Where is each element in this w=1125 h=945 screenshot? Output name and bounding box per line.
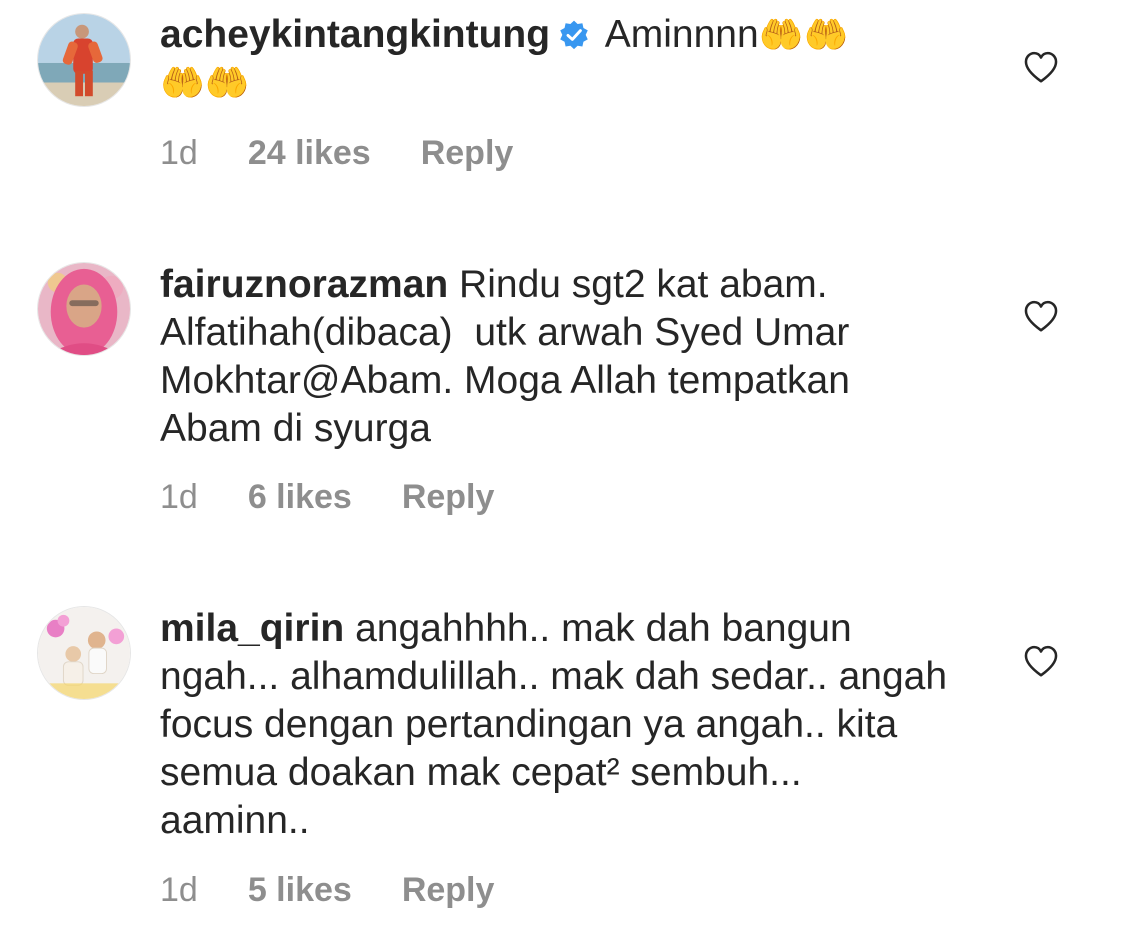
comment-time: 1d [160,870,198,909]
comment-meta: 1d 5 likes Reply [160,870,494,910]
avatar-image [38,607,130,699]
comment-username[interactable]: mila_qirin [160,607,344,650]
comment-likes[interactable]: 5 likes [248,871,352,910]
comment-item: mila_qirin angahhhh.. mak dah bangun nga… [0,0,1125,945]
avatar[interactable] [37,606,131,700]
reply-button[interactable]: Reply [402,871,495,910]
comment-text: mila_qirin angahhhh.. mak dah bangun nga… [160,605,950,845]
heart-outline-icon[interactable] [1022,642,1060,680]
